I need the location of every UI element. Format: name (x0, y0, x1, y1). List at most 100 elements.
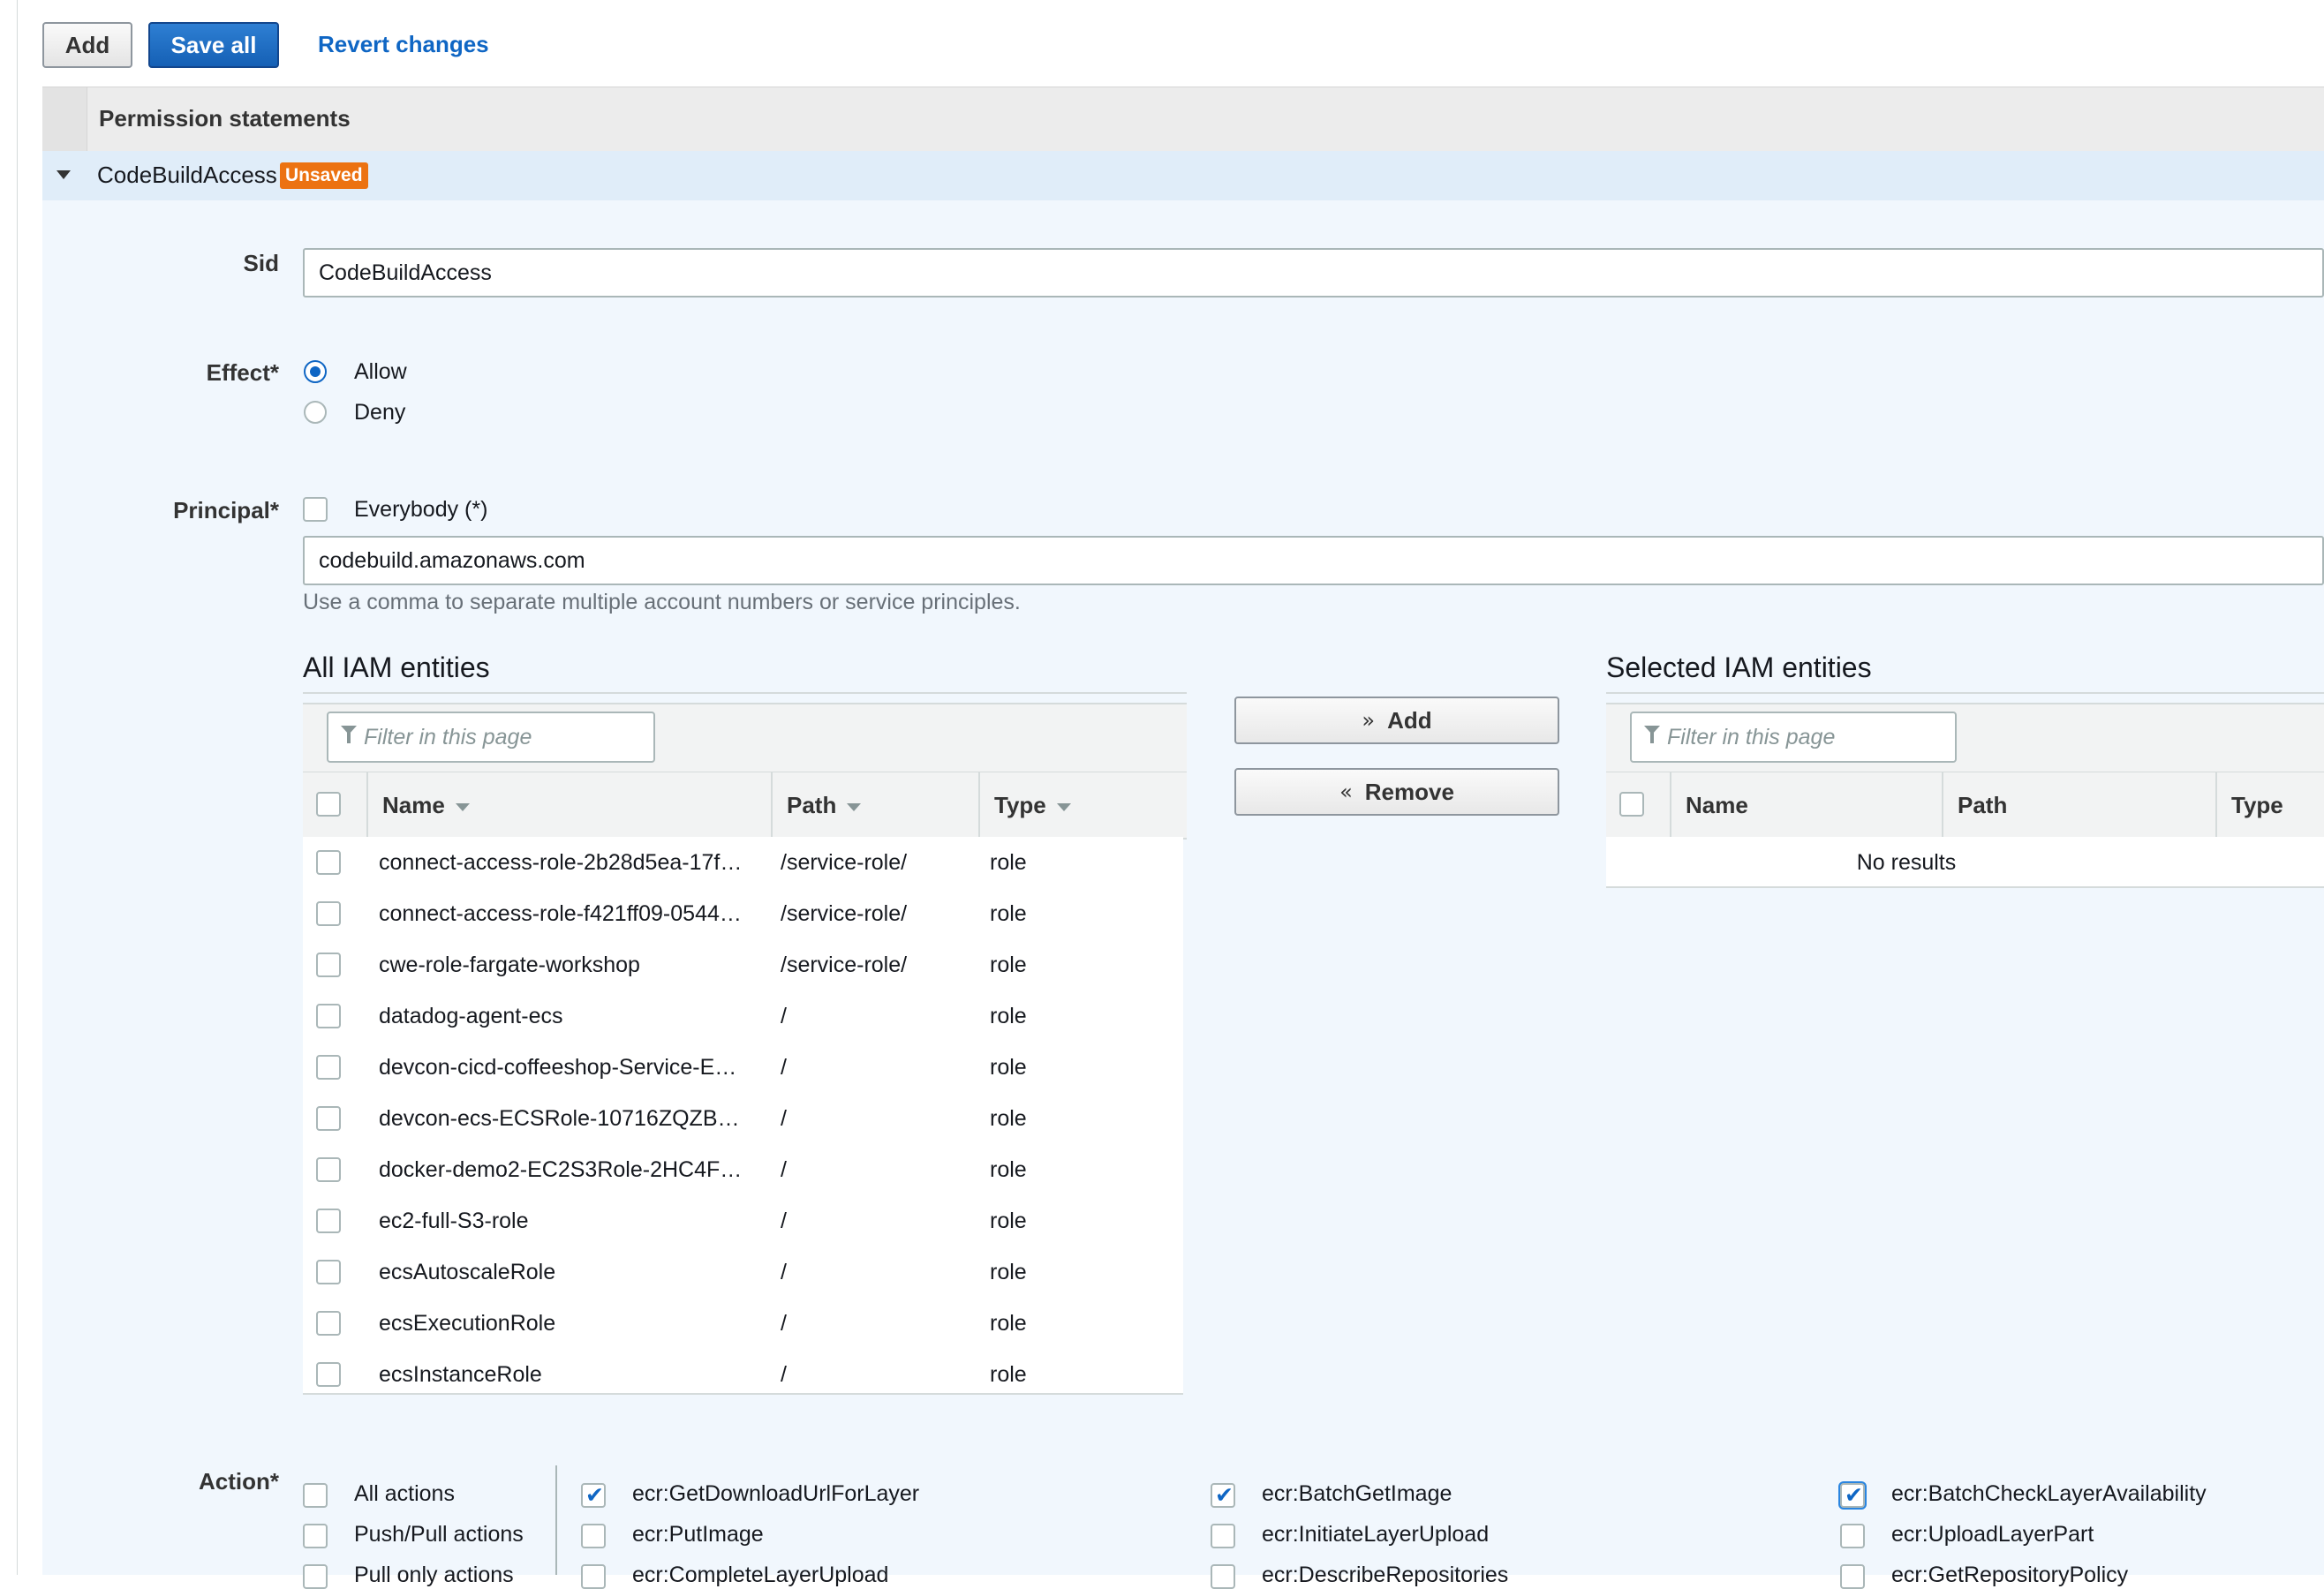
table-row[interactable]: ecsExecutionRole / role (303, 1298, 1183, 1349)
row-checkbox[interactable] (316, 953, 341, 977)
row-type: role (990, 850, 1027, 875)
selected-column-name-header[interactable]: Name (1670, 772, 1961, 838)
row-checkbox[interactable] (316, 1260, 341, 1284)
table-row[interactable]: devcon-cicd-coffeeshop-Service-E… / role (303, 1042, 1183, 1093)
action-checkbox[interactable] (1840, 1564, 1865, 1589)
row-type: role (990, 953, 1027, 977)
row-type: role (990, 1004, 1027, 1028)
row-checkbox[interactable] (316, 1055, 341, 1080)
principal-input[interactable]: codebuild.amazonaws.com (303, 536, 2324, 585)
row-checkbox[interactable] (316, 901, 341, 926)
unsaved-badge: Unsaved (280, 162, 368, 189)
table-row[interactable]: devcon-ecs-ECSRole-10716ZQZB… / role (303, 1093, 1183, 1144)
add-entity-button[interactable]: » Add (1234, 697, 1559, 744)
row-checkbox[interactable] (316, 1209, 341, 1233)
row-path: / (781, 1004, 787, 1028)
action-label: ecr:PutImage (632, 1522, 764, 1547)
action-divider (555, 1465, 557, 1575)
row-type: role (990, 1260, 1027, 1284)
statement-row[interactable] (42, 151, 2324, 200)
action-checkbox[interactable] (1840, 1482, 1865, 1508)
column-path-label: Path (787, 792, 837, 818)
row-path: / (781, 1311, 787, 1336)
action-label: ecr:GetRepositoryPolicy (1891, 1563, 2129, 1587)
row-path: / (781, 1106, 787, 1131)
row-checkbox[interactable] (316, 1311, 341, 1336)
action-checkbox[interactable] (581, 1482, 606, 1508)
row-type: role (990, 1157, 1027, 1182)
remove-entity-button[interactable]: « Remove (1234, 768, 1559, 816)
row-name: connect-access-role-2b28d5ea-17f… (379, 850, 743, 875)
selected-column-type-header[interactable]: Type (2215, 772, 2324, 838)
statement-name[interactable]: CodeBuildAccess (97, 162, 277, 189)
sort-caret-icon (1056, 802, 1071, 811)
column-name-label: Name (382, 792, 445, 818)
row-name: ecsAutoscaleRole (379, 1260, 556, 1284)
all-entities-table-body: connect-access-role-2b28d5ea-17f… /servic… (303, 837, 1183, 1395)
row-name: ec2-full-S3-role (379, 1209, 529, 1233)
action-checkbox[interactable] (1211, 1524, 1235, 1548)
select-all-checkbox[interactable] (316, 792, 341, 817)
sort-caret-icon (847, 802, 862, 811)
revert-changes-link[interactable]: Revert changes (318, 31, 489, 58)
effect-allow-radio[interactable] (304, 360, 327, 383)
row-checkbox[interactable] (316, 1004, 341, 1028)
sid-input[interactable]: CodeBuildAccess (303, 248, 2324, 297)
table-row[interactable]: datadog-agent-ecs / role (303, 990, 1183, 1042)
table-row[interactable]: ecsAutoscaleRole / role (303, 1246, 1183, 1298)
selected-entities-title: Selected IAM entities (1606, 651, 1872, 683)
column-type-header[interactable]: Type (978, 772, 1187, 838)
principal-hint: Use a comma to separate multiple account… (303, 590, 1021, 614)
row-type: role (990, 1311, 1027, 1336)
all-entities-filter-input[interactable]: Filter in this page (327, 712, 655, 763)
row-path: / (781, 1157, 787, 1182)
action-label: ecr:CompleteLayerUpload (632, 1563, 889, 1587)
permission-statements-header: Permission statements (42, 87, 2324, 152)
row-checkbox[interactable] (316, 1157, 341, 1182)
save-all-button[interactable]: Save all (148, 22, 279, 68)
add-statement-button[interactable]: Add (42, 22, 132, 68)
action-checkbox[interactable] (303, 1483, 328, 1508)
row-name: devcon-ecs-ECSRole-10716ZQZB… (379, 1106, 740, 1131)
table-row[interactable]: ec2-full-S3-role / role (303, 1195, 1183, 1246)
row-path: /service-role/ (781, 953, 908, 977)
table-row[interactable]: docker-demo2-EC2S3Role-2HC4F… / role (303, 1144, 1183, 1195)
filter-icon (341, 726, 357, 743)
column-path-header[interactable]: Path (771, 772, 979, 838)
action-label: Action* (199, 1468, 279, 1495)
action-checkbox[interactable] (303, 1564, 328, 1589)
column-name-header[interactable]: Name (366, 772, 773, 838)
row-name: cwe-role-fargate-workshop (379, 953, 640, 977)
table-row[interactable]: connect-access-role-f421ff09-0544… /servi… (303, 888, 1183, 939)
action-label: ecr:GetDownloadUrlForLayer (632, 1481, 920, 1506)
table-row[interactable]: cwe-role-fargate-workshop/service-role/r… (303, 939, 1183, 990)
collapse-caret-icon[interactable] (57, 170, 71, 179)
action-checkbox[interactable] (1840, 1524, 1865, 1548)
action-checkbox[interactable] (1211, 1482, 1235, 1508)
action-checkbox[interactable] (581, 1524, 606, 1548)
row-checkbox[interactable] (316, 1362, 341, 1387)
header-gutter (42, 87, 87, 151)
table-row[interactable]: ecsInstanceRole / role (303, 1349, 1183, 1400)
row-name: datadog-agent-ecs (379, 1004, 563, 1028)
row-checkbox[interactable] (316, 1106, 341, 1131)
row-checkbox[interactable] (316, 850, 341, 875)
action-label: ecr:BatchCheckLayerAvailability (1891, 1481, 2207, 1506)
action-label: All actions (354, 1481, 455, 1506)
row-name: ecsInstanceRole (379, 1362, 542, 1387)
selected-entities-filter-input[interactable]: Filter in this page (1630, 712, 1957, 763)
effect-deny-radio[interactable] (304, 401, 327, 424)
all-entities-title: All IAM entities (303, 651, 490, 683)
action-checkbox[interactable] (1211, 1564, 1235, 1589)
action-checkbox[interactable] (581, 1564, 606, 1589)
selected-column-path-header[interactable]: Path (1942, 772, 2215, 838)
select-all-selected-checkbox[interactable] (1619, 792, 1644, 817)
action-checkbox[interactable] (303, 1524, 328, 1548)
action-label: ecr:UploadLayerPart (1891, 1522, 2094, 1547)
row-path: / (781, 1055, 787, 1080)
all-entities-rule (303, 692, 1187, 694)
row-type: role (990, 1106, 1027, 1131)
everybody-checkbox[interactable] (303, 497, 328, 522)
action-label: ecr:BatchGetImage (1262, 1481, 1452, 1506)
table-row[interactable]: connect-access-role-2b28d5ea-17f… /servic… (303, 837, 1183, 888)
